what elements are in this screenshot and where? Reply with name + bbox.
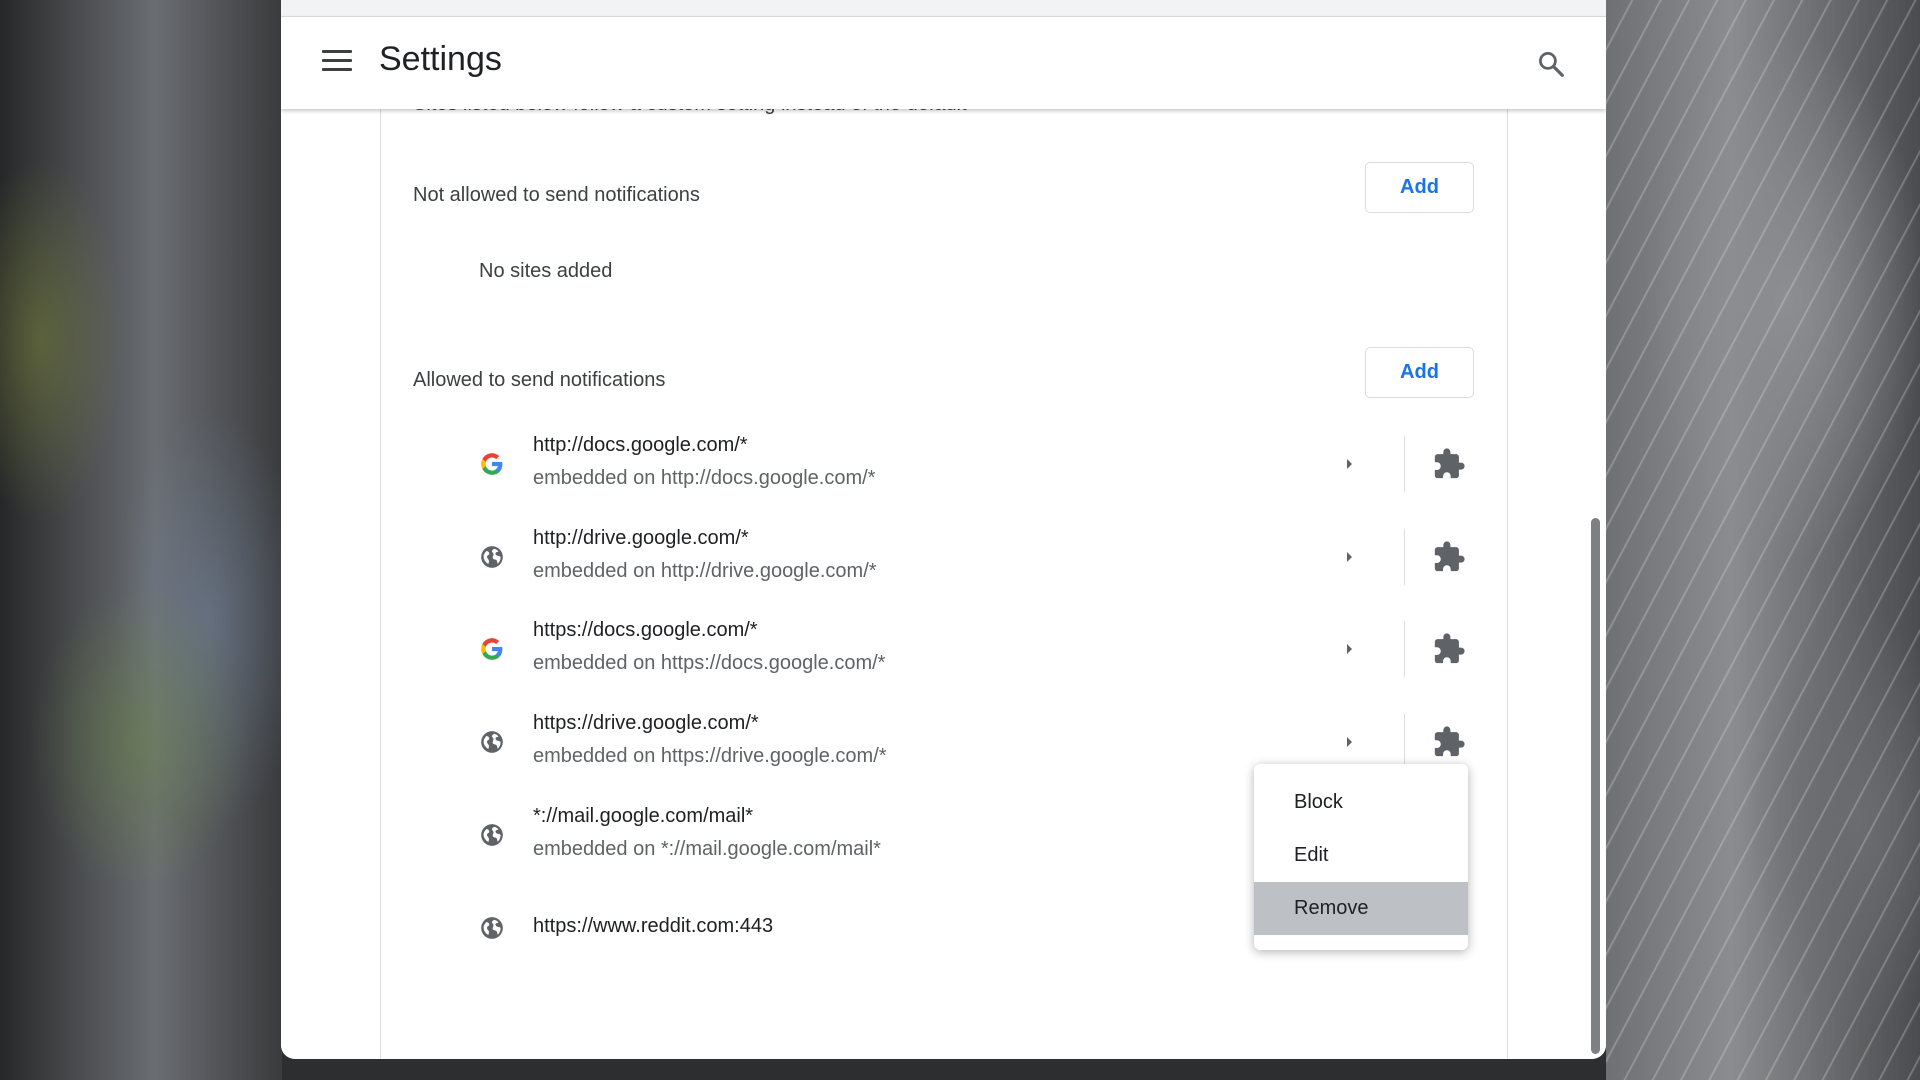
allowed-section-title: Allowed to send notifications xyxy=(413,369,666,391)
extension-puzzle-icon[interactable] xyxy=(1432,447,1466,481)
row-divider xyxy=(1404,714,1405,770)
site-url: https://www.reddit.com:443 xyxy=(533,915,774,937)
site-url: https://drive.google.com/* xyxy=(533,712,759,734)
extension-puzzle-icon[interactable] xyxy=(1432,632,1466,666)
scrollbar-thumb[interactable] xyxy=(1591,518,1600,1054)
site-row[interactable]: http://drive.google.com/* embedded on htt… xyxy=(381,511,1507,603)
google-icon xyxy=(479,636,505,662)
add-allowed-site-button[interactable]: Add xyxy=(1365,347,1474,398)
menu-item-block[interactable]: Block xyxy=(1254,776,1468,829)
site-embedded-on: embedded on https://docs.google.com/* xyxy=(533,652,886,674)
row-divider xyxy=(1404,436,1405,492)
globe-icon xyxy=(479,915,505,941)
site-url: https://docs.google.com/* xyxy=(533,619,758,641)
site-url: http://drive.google.com/* xyxy=(533,527,749,549)
search-icon[interactable] xyxy=(1536,49,1566,79)
page-title: Settings xyxy=(379,40,502,78)
site-embedded-on: embedded on https://drive.google.com/* xyxy=(533,745,887,767)
site-details-arrow-icon[interactable] xyxy=(1339,454,1359,474)
window-top-strip xyxy=(281,0,1606,17)
site-details-arrow-icon[interactable] xyxy=(1339,639,1359,659)
settings-toolbar: Settings xyxy=(281,17,1606,109)
menu-item-edit[interactable]: Edit xyxy=(1254,829,1468,882)
globe-icon xyxy=(479,729,505,755)
extension-puzzle-icon[interactable] xyxy=(1432,540,1466,574)
desktop-wallpaper-left xyxy=(0,0,282,1080)
extension-puzzle-icon[interactable] xyxy=(1432,725,1466,759)
globe-icon xyxy=(479,822,505,848)
site-row[interactable]: http://docs.google.com/* embedded on http… xyxy=(381,418,1507,510)
site-details-arrow-icon[interactable] xyxy=(1339,732,1359,752)
site-details-arrow-icon[interactable] xyxy=(1339,547,1359,567)
site-embedded-on: embedded on http://docs.google.com/* xyxy=(533,467,876,489)
row-divider xyxy=(1404,621,1405,677)
add-blocked-site-button[interactable]: Add xyxy=(1365,162,1474,213)
menu-item-remove[interactable]: Remove xyxy=(1254,882,1468,935)
site-context-menu: Block Edit Remove xyxy=(1254,764,1468,950)
blocked-section-title: Not allowed to send notifications xyxy=(413,184,700,206)
site-url: *://mail.google.com/mail* xyxy=(533,805,754,827)
site-embedded-on: embedded on *://mail.google.com/mail* xyxy=(533,838,881,860)
row-divider xyxy=(1404,529,1405,585)
no-sites-text: No sites added xyxy=(479,260,613,282)
google-icon xyxy=(479,451,505,477)
hamburger-menu-icon[interactable] xyxy=(322,50,352,76)
site-embedded-on: embedded on http://drive.google.com/* xyxy=(533,560,877,582)
site-url: http://docs.google.com/* xyxy=(533,434,748,456)
globe-icon xyxy=(479,544,505,570)
desktop-wallpaper-right xyxy=(1606,0,1920,1080)
site-row[interactable]: https://docs.google.com/* embedded on htt… xyxy=(381,603,1507,695)
